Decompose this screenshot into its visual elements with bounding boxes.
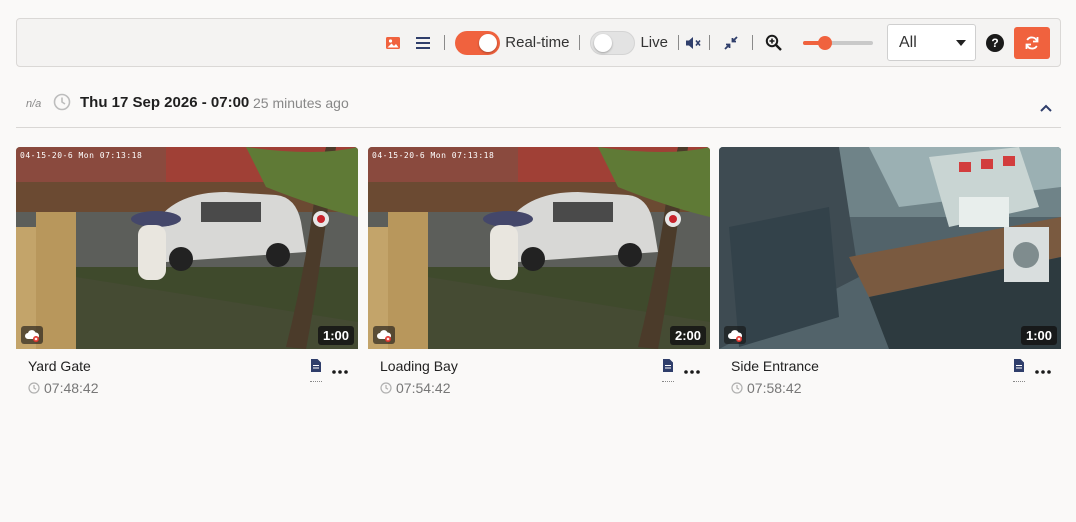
camera-card-side-entrance: 1:00 Side Entrance 07:58:42 (719, 147, 1061, 396)
zoom-slider-thumb[interactable] (818, 35, 833, 50)
refresh-button[interactable] (1014, 26, 1050, 59)
clip-duration: 1:00 (317, 326, 354, 345)
camera-name: Loading Bay (380, 358, 458, 374)
event-relative-time: 25 minutes ago (253, 95, 349, 111)
camera-card-loading-bay: 04-15-20-6 Mon 07:13:18 2:00 Loading Bay… (368, 147, 710, 396)
list-view-icon[interactable] (412, 32, 434, 54)
clip-duration: 2:00 (669, 326, 706, 345)
camera-snapshot (368, 147, 710, 349)
video-thumbnail[interactable]: 04-15-20-6 Mon 07:13:18 1:00 (16, 147, 358, 349)
camera-name: Side Entrance (731, 358, 819, 374)
more-options-icon[interactable] (684, 361, 700, 379)
realtime-toggle[interactable] (455, 30, 501, 55)
cloud-offline-icon (373, 326, 395, 344)
toggle-knob (594, 33, 613, 52)
live-label: Live (640, 34, 668, 51)
camera-card-yard-gate: 04-15-20-6 Mon 07:13:18 1:00 Yard Gate 0… (16, 147, 358, 396)
more-options-icon[interactable] (332, 361, 348, 379)
help-icon[interactable]: ? (986, 33, 1004, 52)
divider (752, 35, 753, 50)
realtime-label: Real-time (505, 34, 570, 51)
event-na-label: n/a (26, 98, 42, 110)
event-header: n/a Thu 17 Sep 2026 - 07:00 25 minutes a… (16, 84, 1061, 128)
clock-icon (28, 381, 40, 399)
realtime-toggle-group: Real-time (455, 30, 570, 55)
live-toggle-group: Live (590, 30, 668, 55)
filter-select-value: All (899, 33, 917, 51)
zoom-slider[interactable] (803, 35, 873, 50)
camera-osd-timestamp: 04-15-20-6 Mon 07:13:18 (20, 151, 143, 160)
filter-select[interactable]: All (887, 24, 976, 61)
event-date: Thu 17 Sep 2026 - 07:00 (80, 94, 250, 111)
cloud-offline-icon (724, 326, 746, 344)
zoom-in-icon[interactable] (763, 32, 785, 54)
clock-icon (380, 381, 392, 399)
collapse-arrows-icon[interactable] (720, 32, 742, 54)
camera-osd-timestamp: 04-15-20-6 Mon 07:13:18 (372, 151, 495, 160)
document-icon[interactable] (662, 358, 674, 382)
video-thumbnail[interactable]: 1:00 (719, 147, 1061, 349)
clip-time: 07:58:42 (747, 380, 802, 396)
refresh-icon (1025, 36, 1039, 49)
clock-icon (731, 381, 743, 399)
divider (709, 35, 710, 50)
chevron-up-icon[interactable] (1039, 100, 1053, 118)
video-thumbnail[interactable]: 04-15-20-6 Mon 07:13:18 2:00 (368, 147, 710, 349)
clip-time: 07:48:42 (44, 380, 99, 396)
camera-name: Yard Gate (28, 358, 91, 374)
mute-icon[interactable] (683, 32, 705, 54)
image-view-icon[interactable] (382, 32, 404, 54)
clock-icon (53, 93, 71, 116)
camera-snapshot (719, 147, 1061, 349)
clip-time: 07:54:42 (396, 380, 451, 396)
chevron-down-icon (956, 39, 966, 46)
toggle-knob (479, 33, 498, 52)
cloud-offline-icon (21, 326, 43, 344)
document-icon[interactable] (310, 358, 322, 382)
toolbar: Real-time Live All ? (16, 18, 1061, 67)
clip-duration: 1:00 (1020, 326, 1057, 345)
divider (579, 35, 581, 50)
divider (678, 35, 679, 50)
divider (444, 35, 446, 50)
live-toggle[interactable] (590, 30, 636, 55)
document-icon[interactable] (1013, 358, 1025, 382)
camera-snapshot (16, 147, 358, 349)
more-options-icon[interactable] (1035, 361, 1051, 379)
